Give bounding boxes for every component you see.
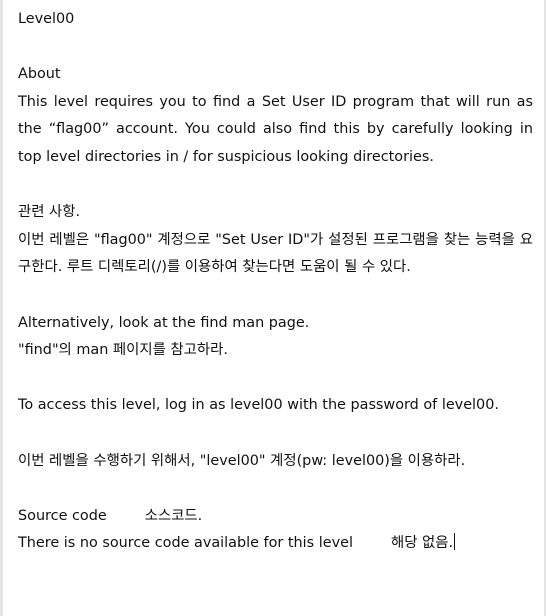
source-heading-korean: 소스코드.: [144, 507, 203, 524]
about-heading: About: [18, 66, 61, 83]
document-body[interactable]: Level00 About This level requires you to…: [18, 6, 533, 558]
korean-heading: 관련 사항.: [18, 204, 81, 221]
source-text: There is no source code available for th…: [18, 535, 353, 552]
source-heading-line: Source code 소스코드.: [18, 503, 533, 531]
korean-paragraph: 이번 레벨은 "flag00" 계정으로 "Set User ID"가 설정된 …: [18, 231, 533, 276]
document-page: Level00 About This level requires you to…: [0, 0, 546, 616]
about-paragraph: This level requires you to find a Set Us…: [18, 93, 533, 165]
source-text-korean: 해당 없음.: [390, 535, 454, 552]
source-text-line: There is no source code available for th…: [18, 530, 533, 558]
access-paragraph-korean: 이번 레벨을 수행하기 위해서, "level00" 계정(pw: level0…: [18, 452, 466, 469]
alternative-text: Alternatively, look at the find man page…: [18, 314, 310, 331]
source-heading: Source code: [18, 507, 107, 524]
access-paragraph: To access this level, log in as level00 …: [18, 397, 499, 414]
alternative-text-korean: "find"의 man 페이지를 참고하라.: [18, 342, 228, 359]
text-cursor: [454, 533, 456, 551]
level-title: Level00: [18, 11, 75, 27]
